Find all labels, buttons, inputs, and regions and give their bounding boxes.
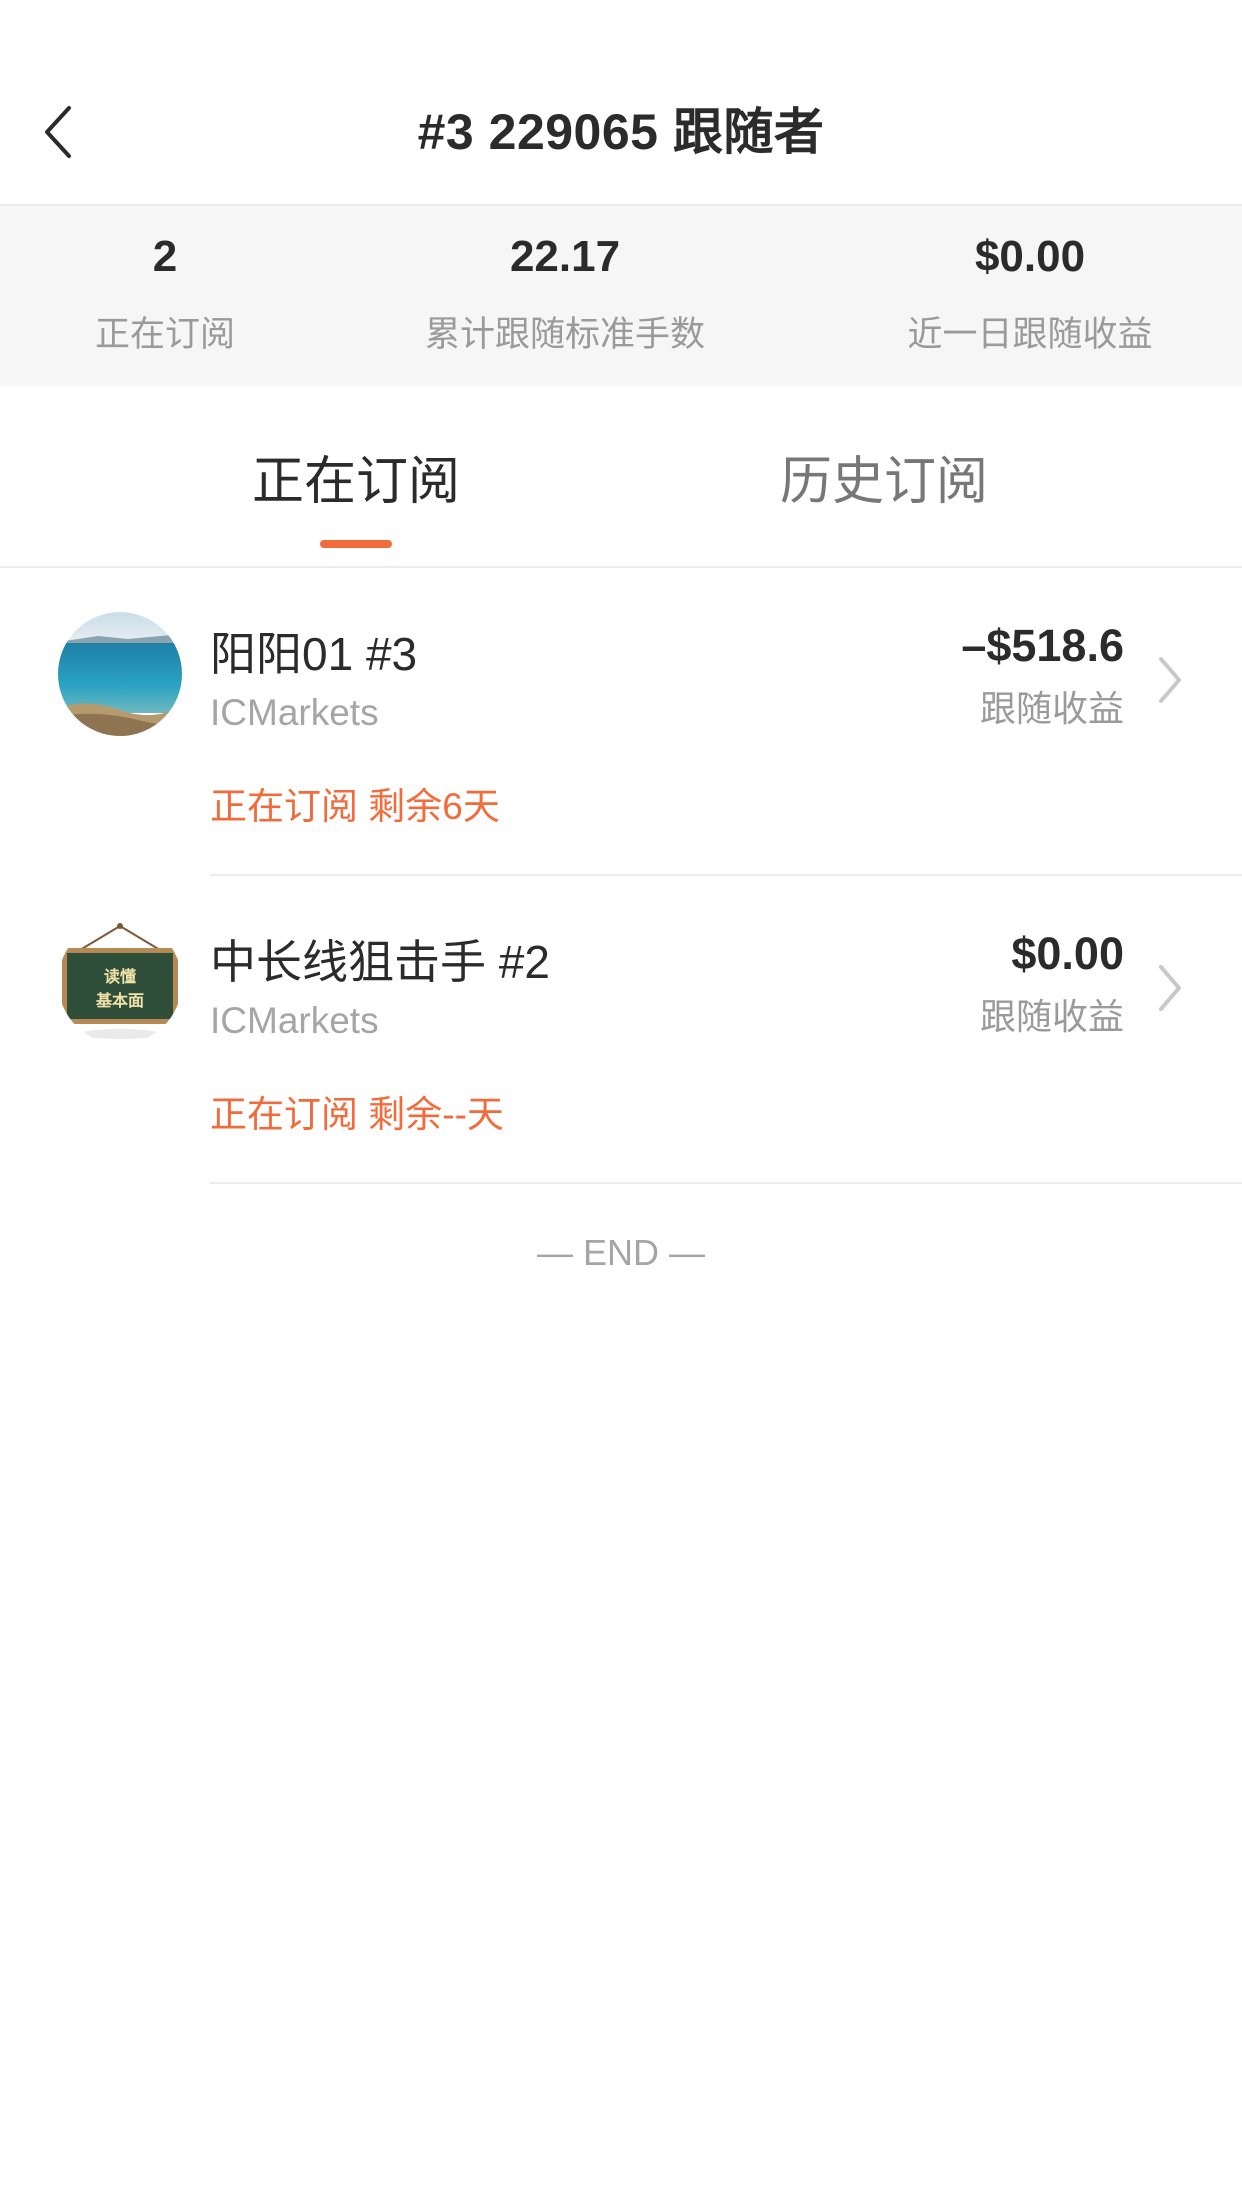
stat-daily-profit: $0.00 近一日跟随收益 xyxy=(880,206,1180,386)
page-title: #3 229065 跟随者 xyxy=(417,104,825,160)
broker-name: ICMarkets xyxy=(210,692,379,733)
follow-profit-value: –$518.6 xyxy=(961,620,1124,671)
tab-active-subscriptions[interactable]: 正在订阅 xyxy=(196,442,516,522)
list-item[interactable]: 阳阳01 #3 ICMarkets 正在订阅 剩余6天 –$518.6 跟随收益 xyxy=(0,568,1242,876)
follow-profit-label: 跟随收益 xyxy=(979,996,1124,1037)
stat-label: 累计跟随标准手数 xyxy=(424,315,705,354)
stat-value: 22.17 xyxy=(509,232,621,281)
stat-label: 近一日跟随收益 xyxy=(907,315,1153,354)
follow-profit-value: $0.00 xyxy=(1011,928,1124,979)
stat-total-lots: 22.17 累计跟随标准手数 xyxy=(400,206,730,386)
top-nav-bar: #3 229065 跟随者 xyxy=(0,0,1242,206)
chalkboard-avatar: 读懂 基本面 xyxy=(58,920,182,1044)
active-tab-indicator xyxy=(320,540,392,548)
stats-summary: 2 正在订阅 22.17 累计跟随标准手数 $0.00 近一日跟随收益 xyxy=(0,206,1242,386)
stat-active-subscriptions: 2 正在订阅 xyxy=(40,206,290,386)
subscription-status: 正在订阅 剩余6天 xyxy=(210,786,500,827)
trader-name: 中长线狙击手 #2 xyxy=(210,936,550,988)
sea-image xyxy=(58,612,182,736)
list-item[interactable]: 读懂 基本面 中长线狙击手 #2 ICMarkets 正在订阅 剩余--天 $0… xyxy=(0,876,1242,1184)
trader-name: 阳阳01 #3 xyxy=(210,628,418,680)
stat-value: $0.00 xyxy=(974,232,1086,281)
broker-name: ICMarkets xyxy=(210,1000,379,1041)
chalkboard-text-2: 基本面 xyxy=(95,991,144,1010)
stat-label: 正在订阅 xyxy=(94,315,235,354)
follow-profit-label: 跟随收益 xyxy=(979,688,1124,729)
tab-history-subscriptions[interactable]: 历史订阅 xyxy=(724,442,1044,522)
chalkboard-image: 读懂 基本面 xyxy=(62,923,178,1039)
stat-value: 2 xyxy=(152,232,178,281)
chevron-right-icon xyxy=(1150,958,1190,1018)
list-end-marker: — END — xyxy=(536,1232,705,1273)
subscription-status: 正在订阅 剩余--天 xyxy=(210,1094,504,1135)
sea-avatar xyxy=(58,612,182,736)
chevron-right-icon xyxy=(1150,650,1190,710)
subscription-tabs: 正在订阅 历史订阅 xyxy=(0,386,1242,569)
chalkboard-text-1: 读懂 xyxy=(104,967,136,986)
divider xyxy=(210,1182,1242,1184)
